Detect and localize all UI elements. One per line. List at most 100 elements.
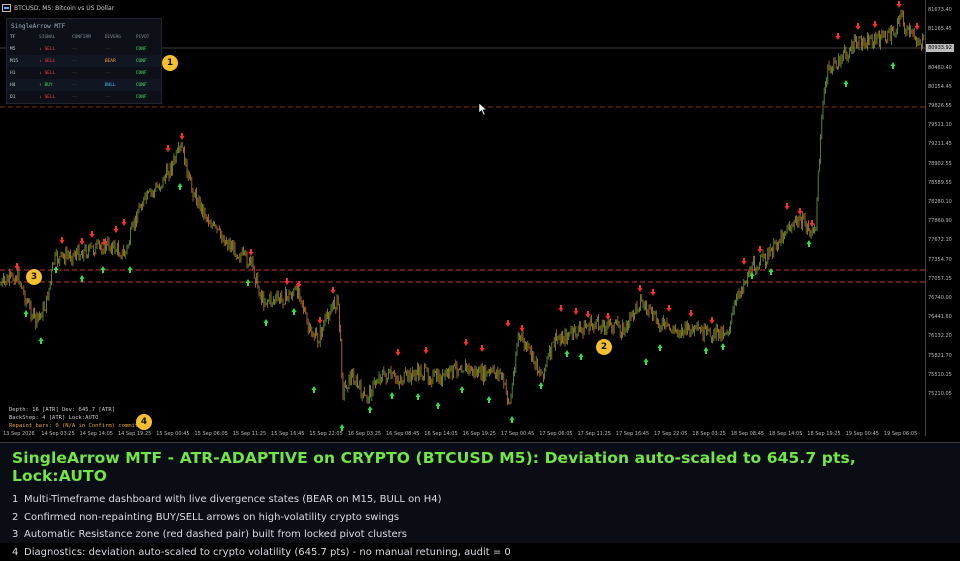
buy-arrow-icon [80, 275, 85, 282]
info-item-number: 2 [12, 509, 17, 527]
row-tf: M5 [7, 47, 39, 52]
sell-arrow-icon [689, 310, 694, 317]
sell-arrow-icon [424, 347, 429, 354]
buy-arrow-icon [510, 416, 515, 423]
price-axis-label: 77057.15 [928, 276, 952, 282]
info-item-text: Multi-Timeframe dashboard with live dive… [24, 491, 442, 509]
current-price-label: 80933.92 [926, 44, 954, 52]
time-axis-label: 17 Sep 00:45 [501, 431, 534, 437]
time-axis-label: 14 Sep 14:05 [80, 431, 113, 437]
sell-arrow-icon [651, 289, 656, 296]
sell-arrow-icon [180, 133, 185, 140]
time-axis-label: 15 Sep 16:45 [271, 431, 304, 437]
buy-arrow-icon [436, 402, 441, 409]
price-axis-label: 80460.40 [928, 65, 952, 71]
time-axis-label: 16 Sep 03:25 [348, 431, 381, 437]
info-item-number: 4 [12, 544, 17, 561]
callout-badge-2: 2 [596, 339, 612, 355]
buy-arrow-icon [264, 319, 269, 326]
row-confirm: -- [72, 95, 105, 100]
buy-arrow-icon [565, 350, 570, 357]
sell-arrow-icon [285, 278, 290, 285]
row-pivot: CONF [136, 59, 161, 64]
price-axis-label: 77354.70 [928, 257, 952, 263]
dashboard-header: TF SIGNAL CONFIRM DIVERG PIVOT [7, 35, 161, 40]
buy-arrow-icon [292, 308, 297, 315]
dashboard-row-d1: D1 ↓ SELL -- -- CONF [7, 91, 161, 103]
chart-window[interactable]: BTCUSD, M5: Bitcoin vs US Dollar SingleA… [0, 0, 960, 443]
buy-arrow-icon [704, 347, 709, 354]
sell-arrow-icon [331, 287, 336, 294]
info-item-2: 2 Confirmed non-repainting BUY/SELL arro… [12, 509, 948, 527]
sell-arrow-icon [249, 249, 254, 256]
buy-arrow-icon [368, 406, 373, 413]
row-signal: ↓ SELL [39, 59, 72, 64]
buy-arrow-icon [54, 266, 59, 273]
row-diverg: -- [105, 71, 136, 76]
time-axis-label: 16 Sep 19:25 [463, 431, 496, 437]
buy-arrow-icon [128, 266, 133, 273]
row-tf: H1 [7, 71, 39, 76]
sell-arrow-icon [667, 305, 672, 312]
info-item-text: Automatic Resistance zone (red dashed pa… [24, 526, 407, 544]
row-signal: ↓ SELL [39, 71, 72, 76]
mouse-cursor-icon [478, 102, 488, 116]
price-axis-label: 75210.05 [928, 391, 952, 397]
dashboard-row-h4: H4 ↑ BUY -- BULL CONF [7, 79, 161, 91]
price-axis-label: 76740.00 [928, 295, 952, 301]
row-signal: ↓ SELL [39, 95, 72, 100]
row-diverg: -- [105, 95, 136, 100]
header-signal: SIGNAL [39, 35, 72, 40]
price-axis-label: 75821.70 [928, 353, 952, 359]
sell-arrow-icon [606, 313, 611, 320]
sell-arrow-icon [396, 349, 401, 356]
sell-arrow-icon [758, 246, 763, 253]
dashboard-row-m15: M15 ↓ SELL -- BEAR CONF [7, 55, 161, 67]
row-confirm: -- [72, 71, 105, 76]
info-heading: SingleArrow MTF - ATR-ADAPTIVE on CRYPTO… [12, 449, 948, 485]
info-item-3: 3 Automatic Resistance zone (red dashed … [12, 526, 948, 544]
sell-arrow-icon [559, 305, 564, 312]
buy-arrow-icon [39, 337, 44, 344]
mtf-dashboard: SingleArrow MTF TF SIGNAL CONFIRM DIVERG… [6, 18, 162, 104]
buy-arrow-icon [891, 62, 896, 69]
price-axis-label: 78902.55 [928, 161, 952, 167]
buy-arrow-icon [312, 386, 317, 393]
price-axis-label: 75510.15 [928, 372, 952, 378]
price-axis-label: 77672.10 [928, 237, 952, 243]
buy-arrow-icon [178, 183, 183, 190]
sell-arrow-icon [856, 23, 861, 30]
header-tf: TF [7, 35, 39, 40]
info-panel: SingleArrow MTF - ATR-ADAPTIVE on CRYPTO… [0, 443, 960, 543]
diagnostics-line-backstep: BackStep: 4 [ATR] Lock:AUTO [9, 414, 148, 422]
price-axis-label: 77860.90 [928, 218, 952, 224]
sell-arrow-icon [464, 339, 469, 346]
header-confirm: CONFIRM [72, 35, 105, 40]
sell-arrow-icon [80, 238, 85, 245]
time-axis-label: 15 Sep 11:25 [233, 431, 266, 437]
sell-arrow-icon [873, 21, 878, 28]
price-axis-label: 80154.45 [928, 84, 952, 90]
time-axis-label: 15 Sep 00:45 [156, 431, 189, 437]
sell-arrow-icon [318, 317, 323, 324]
row-confirm: -- [72, 47, 105, 52]
buy-arrow-icon [769, 268, 774, 275]
sell-arrow-icon [166, 145, 171, 152]
sell-arrow-icon [897, 1, 902, 8]
sell-arrow-icon [915, 23, 920, 30]
info-item-4: 4 Diagnostics: deviation auto-scaled to … [12, 544, 948, 561]
buy-arrow-icon [658, 344, 663, 351]
buy-arrow-icon [246, 279, 251, 286]
time-axis-label: 18 Sep 14:05 [769, 431, 802, 437]
sell-arrow-icon [785, 203, 790, 210]
callout-badge-1: 1 [162, 55, 178, 71]
buy-arrow-icon [539, 382, 544, 389]
row-tf: M15 [7, 59, 39, 64]
time-axis-label: 16 Sep 14:05 [424, 431, 457, 437]
buy-arrow-icon [644, 358, 649, 365]
sell-arrow-icon [122, 219, 127, 226]
chart-symbol-title: BTCUSD, M5: Bitcoin vs US Dollar [14, 5, 114, 12]
time-axis-label: 17 Sep 22:05 [654, 431, 687, 437]
row-signal: ↓ SELL [39, 47, 72, 52]
row-pivot: CONF [136, 83, 161, 88]
